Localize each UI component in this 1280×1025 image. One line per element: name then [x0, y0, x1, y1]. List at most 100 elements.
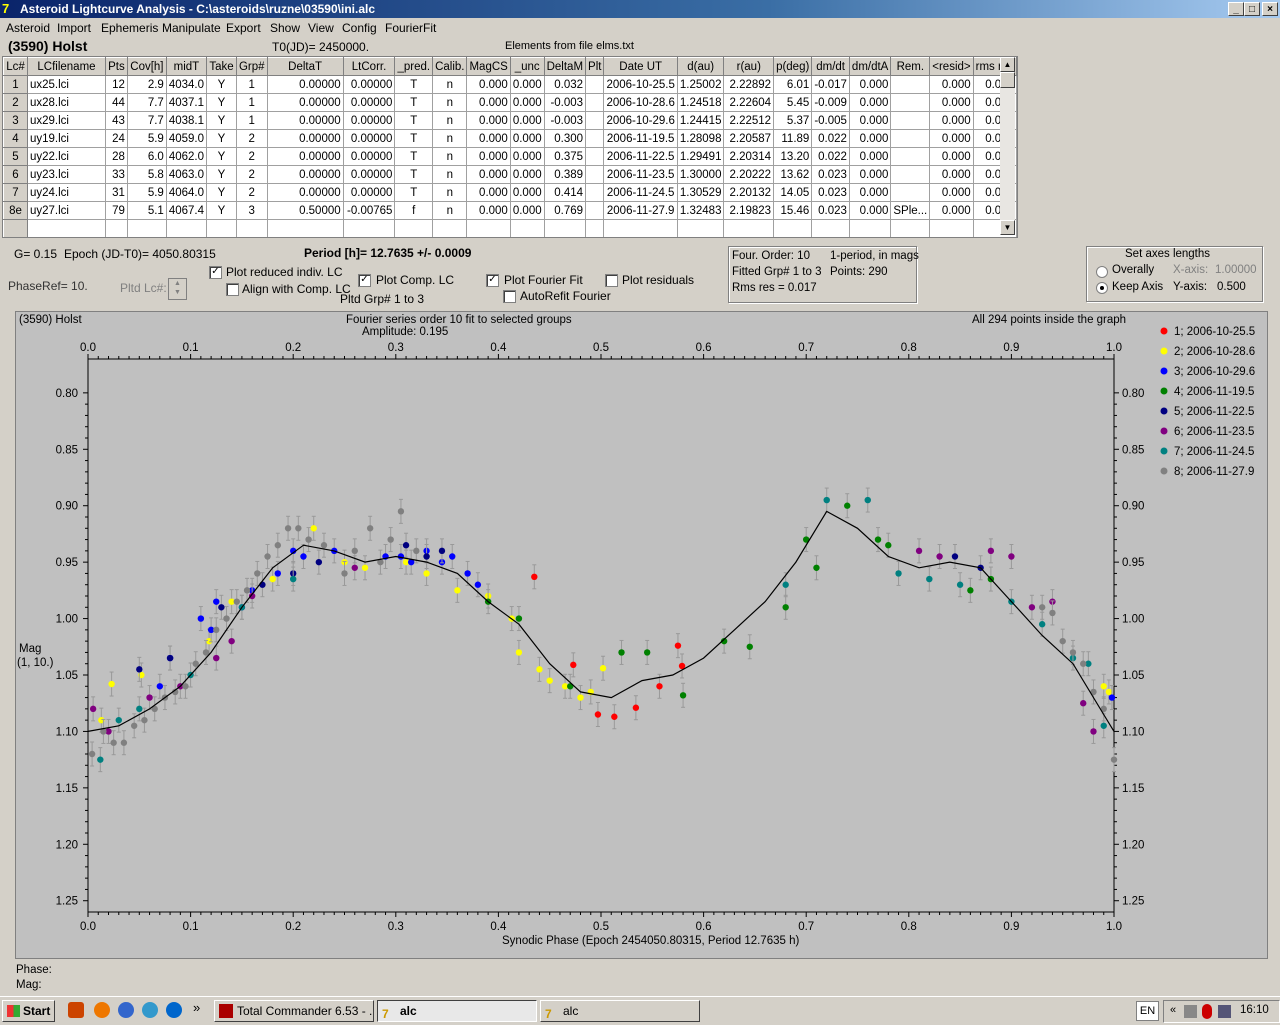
- table-cell[interactable]: [890, 75, 931, 94]
- table-cell[interactable]: Y: [206, 201, 237, 220]
- table-cell[interactable]: 0.300: [543, 129, 587, 148]
- table-row[interactable]: 8e uy27.lci 79 5.1 4067.4 Y 3 0.50000 -0.00765 f n…: [3, 201, 1017, 220]
- row-header[interactable]: [3, 219, 28, 237]
- row-header[interactable]: 3: [3, 111, 28, 130]
- table-cell[interactable]: 0.000: [929, 147, 974, 166]
- table-cell[interactable]: uy27.lci: [26, 201, 106, 220]
- table-cell[interactable]: Y: [206, 183, 237, 202]
- table-cell[interactable]: 4038.1: [165, 111, 208, 130]
- column-header[interactable]: Date UT: [603, 57, 678, 76]
- table-cell[interactable]: [585, 165, 605, 184]
- table-cell[interactable]: 0.00000: [266, 93, 344, 112]
- table-cell[interactable]: 2006-10-29.6: [603, 111, 678, 130]
- table-cell[interactable]: [126, 219, 167, 237]
- table-cell[interactable]: uy22.lci: [26, 147, 106, 166]
- menu-view[interactable]: View: [308, 21, 334, 35]
- table-cell[interactable]: [266, 219, 344, 237]
- table-cell[interactable]: 0.000: [848, 93, 892, 112]
- menu-export[interactable]: Export: [226, 21, 261, 35]
- spin-up-icon[interactable]: ▲: [169, 279, 186, 288]
- table-cell[interactable]: n: [432, 183, 468, 202]
- browser-icon[interactable]: [118, 1002, 134, 1018]
- table-cell[interactable]: [585, 183, 605, 202]
- column-header[interactable]: LtCorr.: [342, 57, 396, 76]
- table-cell[interactable]: [848, 219, 892, 237]
- table-cell[interactable]: 0.000: [929, 93, 974, 112]
- table-cell[interactable]: n: [432, 147, 468, 166]
- table-cell[interactable]: [811, 219, 850, 237]
- table-cell[interactable]: [773, 219, 813, 237]
- table-cell[interactable]: 0.000: [929, 201, 974, 220]
- table-cell[interactable]: [235, 219, 268, 237]
- table-cell[interactable]: 43: [104, 111, 128, 130]
- table-cell[interactable]: 0.00000: [266, 183, 344, 202]
- autorefit-checkbox[interactable]: [503, 290, 516, 303]
- table-row[interactable]: 3 ux29.lci 43 7.7 4038.1 Y 1 0.00000 0.00000 Tn 0.…: [3, 111, 1017, 130]
- table-row[interactable]: 7 uy24.lci 31 5.9 4064.0 Y 2 0.00000 0.00000 Tn 0.…: [3, 183, 1017, 202]
- table-cell[interactable]: [394, 219, 434, 237]
- table-cell[interactable]: Y: [206, 93, 237, 112]
- table-cell[interactable]: 2006-11-22.5: [603, 147, 678, 166]
- table-cell[interactable]: 4059.0: [165, 129, 208, 148]
- table-cell[interactable]: [585, 219, 605, 237]
- table-cell[interactable]: 0.414: [543, 183, 587, 202]
- table-row[interactable]: [3, 219, 1017, 237]
- table-cell[interactable]: 0.023: [811, 183, 850, 202]
- table-cell[interactable]: Y: [206, 165, 237, 184]
- table-cell[interactable]: 2.22512: [723, 111, 775, 130]
- table-cell[interactable]: T: [394, 111, 434, 130]
- column-header[interactable]: DeltaM: [543, 57, 587, 76]
- table-cell[interactable]: 0.000: [466, 93, 511, 112]
- table-cell[interactable]: n: [432, 111, 468, 130]
- table-row[interactable]: 1 ux25.lci 12 2.9 4034.0 Y 1 0.00000 0.00000 Tn 0.…: [3, 75, 1017, 94]
- table-cell[interactable]: 15.46: [773, 201, 813, 220]
- language-indicator[interactable]: EN: [1136, 1001, 1159, 1021]
- scroll-down-arrow-icon[interactable]: ▼: [1000, 220, 1015, 235]
- lightcurve-plot[interactable]: (3590) Holst Fourier series order 10 fit…: [15, 311, 1268, 959]
- table-cell[interactable]: 0.00000: [342, 75, 396, 94]
- table-cell[interactable]: 4062.0: [165, 147, 208, 166]
- table-cell[interactable]: 0.00000: [266, 75, 344, 94]
- column-header[interactable]: MagCS: [466, 57, 511, 76]
- taskbar-total-commander[interactable]: Total Commander 6.53 - ...: [214, 1000, 374, 1022]
- table-cell[interactable]: 0.022: [811, 129, 850, 148]
- table-cell[interactable]: 5.8: [126, 165, 167, 184]
- table-cell[interactable]: [342, 219, 396, 237]
- table-cell[interactable]: 14.05: [773, 183, 813, 202]
- table-cell[interactable]: ux28.lci: [26, 93, 106, 112]
- table-cell[interactable]: 2006-11-24.5: [603, 183, 678, 202]
- table-cell[interactable]: 0.000: [509, 183, 545, 202]
- table-cell[interactable]: 13.20: [773, 147, 813, 166]
- menu-asteroid[interactable]: Asteroid: [6, 21, 50, 35]
- table-cell[interactable]: 0.00000: [342, 147, 396, 166]
- table-cell[interactable]: 0.50000: [266, 201, 344, 220]
- table-cell[interactable]: T: [394, 165, 434, 184]
- table-cell[interactable]: [585, 147, 605, 166]
- start-button[interactable]: Start: [2, 1000, 55, 1022]
- table-cell[interactable]: -0.00765: [342, 201, 396, 220]
- table-cell[interactable]: 0.000: [848, 165, 892, 184]
- table-cell[interactable]: T: [394, 147, 434, 166]
- row-header[interactable]: 6: [3, 165, 28, 184]
- table-cell[interactable]: 1.29491: [676, 147, 725, 166]
- maximize-button[interactable]: □: [1244, 2, 1260, 16]
- table-cell[interactable]: 0.000: [466, 165, 511, 184]
- table-cell[interactable]: 2006-11-19.5: [603, 129, 678, 148]
- search-icon[interactable]: [142, 1002, 158, 1018]
- table-cell[interactable]: 0.022: [811, 147, 850, 166]
- row-header[interactable]: 4: [3, 129, 28, 148]
- table-cell[interactable]: 0.000: [466, 183, 511, 202]
- table-cell[interactable]: 0.000: [929, 183, 974, 202]
- minimize-button[interactable]: _: [1228, 2, 1244, 16]
- table-row[interactable]: 6 uy23.lci 33 5.8 4063.0 Y 2 0.00000 0.00000 Tn 0.…: [3, 165, 1017, 184]
- table-cell[interactable]: 2: [235, 183, 268, 202]
- tray-app-icon[interactable]: [1184, 1005, 1197, 1018]
- table-cell[interactable]: 0.00000: [342, 183, 396, 202]
- table-cell[interactable]: 0.000: [509, 75, 545, 94]
- column-header[interactable]: dm/dtA: [848, 57, 892, 76]
- table-cell[interactable]: 3: [235, 201, 268, 220]
- table-cell[interactable]: [676, 219, 725, 237]
- table-cell[interactable]: 0.000: [466, 111, 511, 130]
- plot-comp-checkbox[interactable]: ✓: [358, 274, 371, 287]
- table-cell[interactable]: 11.89: [773, 129, 813, 148]
